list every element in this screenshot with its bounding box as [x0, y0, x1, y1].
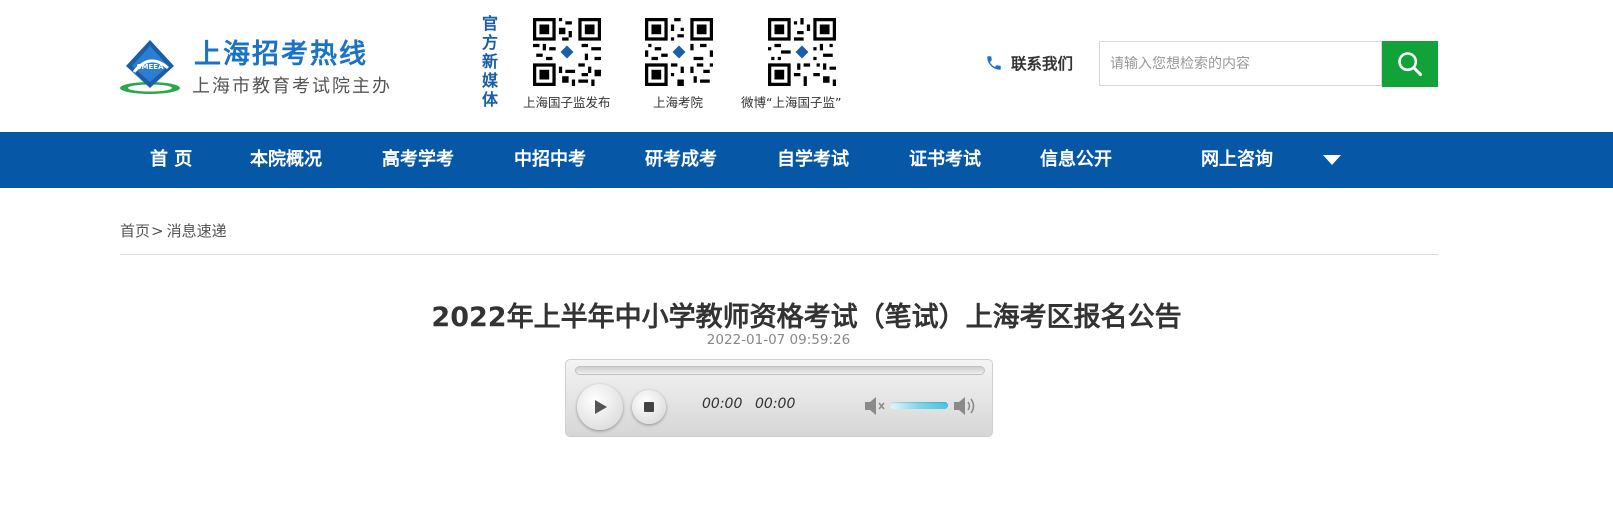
- contact-us-link[interactable]: 联系我们: [985, 52, 1073, 74]
- breadcrumb-separator: >: [151, 222, 164, 240]
- main-nav: 首 页 本院概况 高考学考 中招中考 研考成考 自学考试 证书考试 信息公开 网…: [0, 132, 1613, 188]
- play-button[interactable]: [577, 384, 623, 430]
- chevron-down-icon[interactable]: [1322, 152, 1342, 168]
- nav-item-zhongkao[interactable]: 中招中考: [514, 132, 586, 188]
- smeea-emblem-icon: SMEEA: [120, 40, 180, 94]
- breadcrumb-current-link[interactable]: 消息速递: [167, 222, 227, 240]
- article-title: 2022年上半年中小学教师资格考试（笔试）上海考区报名公告: [431, 302, 1182, 333]
- play-icon: [595, 400, 607, 414]
- qr-code-icon[interactable]: [768, 18, 836, 86]
- nav-item-home[interactable]: 首 页: [150, 132, 192, 188]
- nav-item-info-public[interactable]: 信息公开: [1040, 132, 1112, 188]
- breadcrumb-home-link[interactable]: 首页: [120, 222, 150, 240]
- search-icon: [1398, 52, 1423, 77]
- qr-caption-guozijian: 上海国子监发布: [523, 95, 611, 110]
- logo-title: 上海招考热线: [194, 39, 368, 70]
- breadcrumb: 首页> 消息速递: [120, 220, 227, 241]
- site-logo[interactable]: SMEEA 上海招考热线 上海市教育考试院主办: [120, 32, 390, 102]
- nav-item-zixue[interactable]: 自学考试: [777, 132, 849, 188]
- search-button[interactable]: [1382, 41, 1438, 87]
- article-date: 2022-01-07 09:59:26: [706, 332, 851, 348]
- volume-max-icon[interactable]: [952, 394, 978, 418]
- volume-slider[interactable]: [890, 402, 948, 409]
- site-header: SMEEA 上海招考热线 上海市教育考试院主办 官方新媒体 上海国子监发布 上海…: [0, 0, 1613, 132]
- official-media-label: 官方新媒体: [481, 14, 498, 109]
- qr-code-icon[interactable]: [533, 18, 601, 86]
- nav-item-gaokao[interactable]: 高考学考: [382, 132, 454, 188]
- stop-icon: [644, 402, 654, 412]
- nav-item-overview[interactable]: 本院概况: [250, 132, 322, 188]
- stop-button[interactable]: [632, 390, 666, 424]
- phone-icon: [987, 56, 1001, 70]
- duration-time: 00:00: [755, 396, 796, 412]
- search-box: [1099, 41, 1382, 86]
- emblem-text: SMEEA: [137, 63, 165, 71]
- volume-mute-icon[interactable]: [863, 395, 887, 417]
- logo-subtitle: 上海市教育考试院主办: [192, 76, 392, 97]
- search-input[interactable]: [1100, 42, 1381, 85]
- qr-caption-weibo: 微博“上海国子监”: [741, 95, 842, 110]
- nav-item-certificate[interactable]: 证书考试: [909, 132, 981, 188]
- contact-us-label: 联系我们: [1011, 55, 1074, 73]
- breadcrumb-divider: [120, 254, 1438, 255]
- nav-item-yankao[interactable]: 研考成考: [645, 132, 717, 188]
- audio-player: 00:00 00:00: [565, 359, 993, 437]
- qr-caption-kaoyuan: 上海考院: [653, 95, 704, 110]
- audio-progress-bar[interactable]: [575, 366, 985, 375]
- nav-item-online-consult[interactable]: 网上咨询: [1201, 132, 1273, 188]
- qr-code-icon[interactable]: [645, 18, 713, 86]
- current-time: 00:00: [702, 396, 743, 412]
